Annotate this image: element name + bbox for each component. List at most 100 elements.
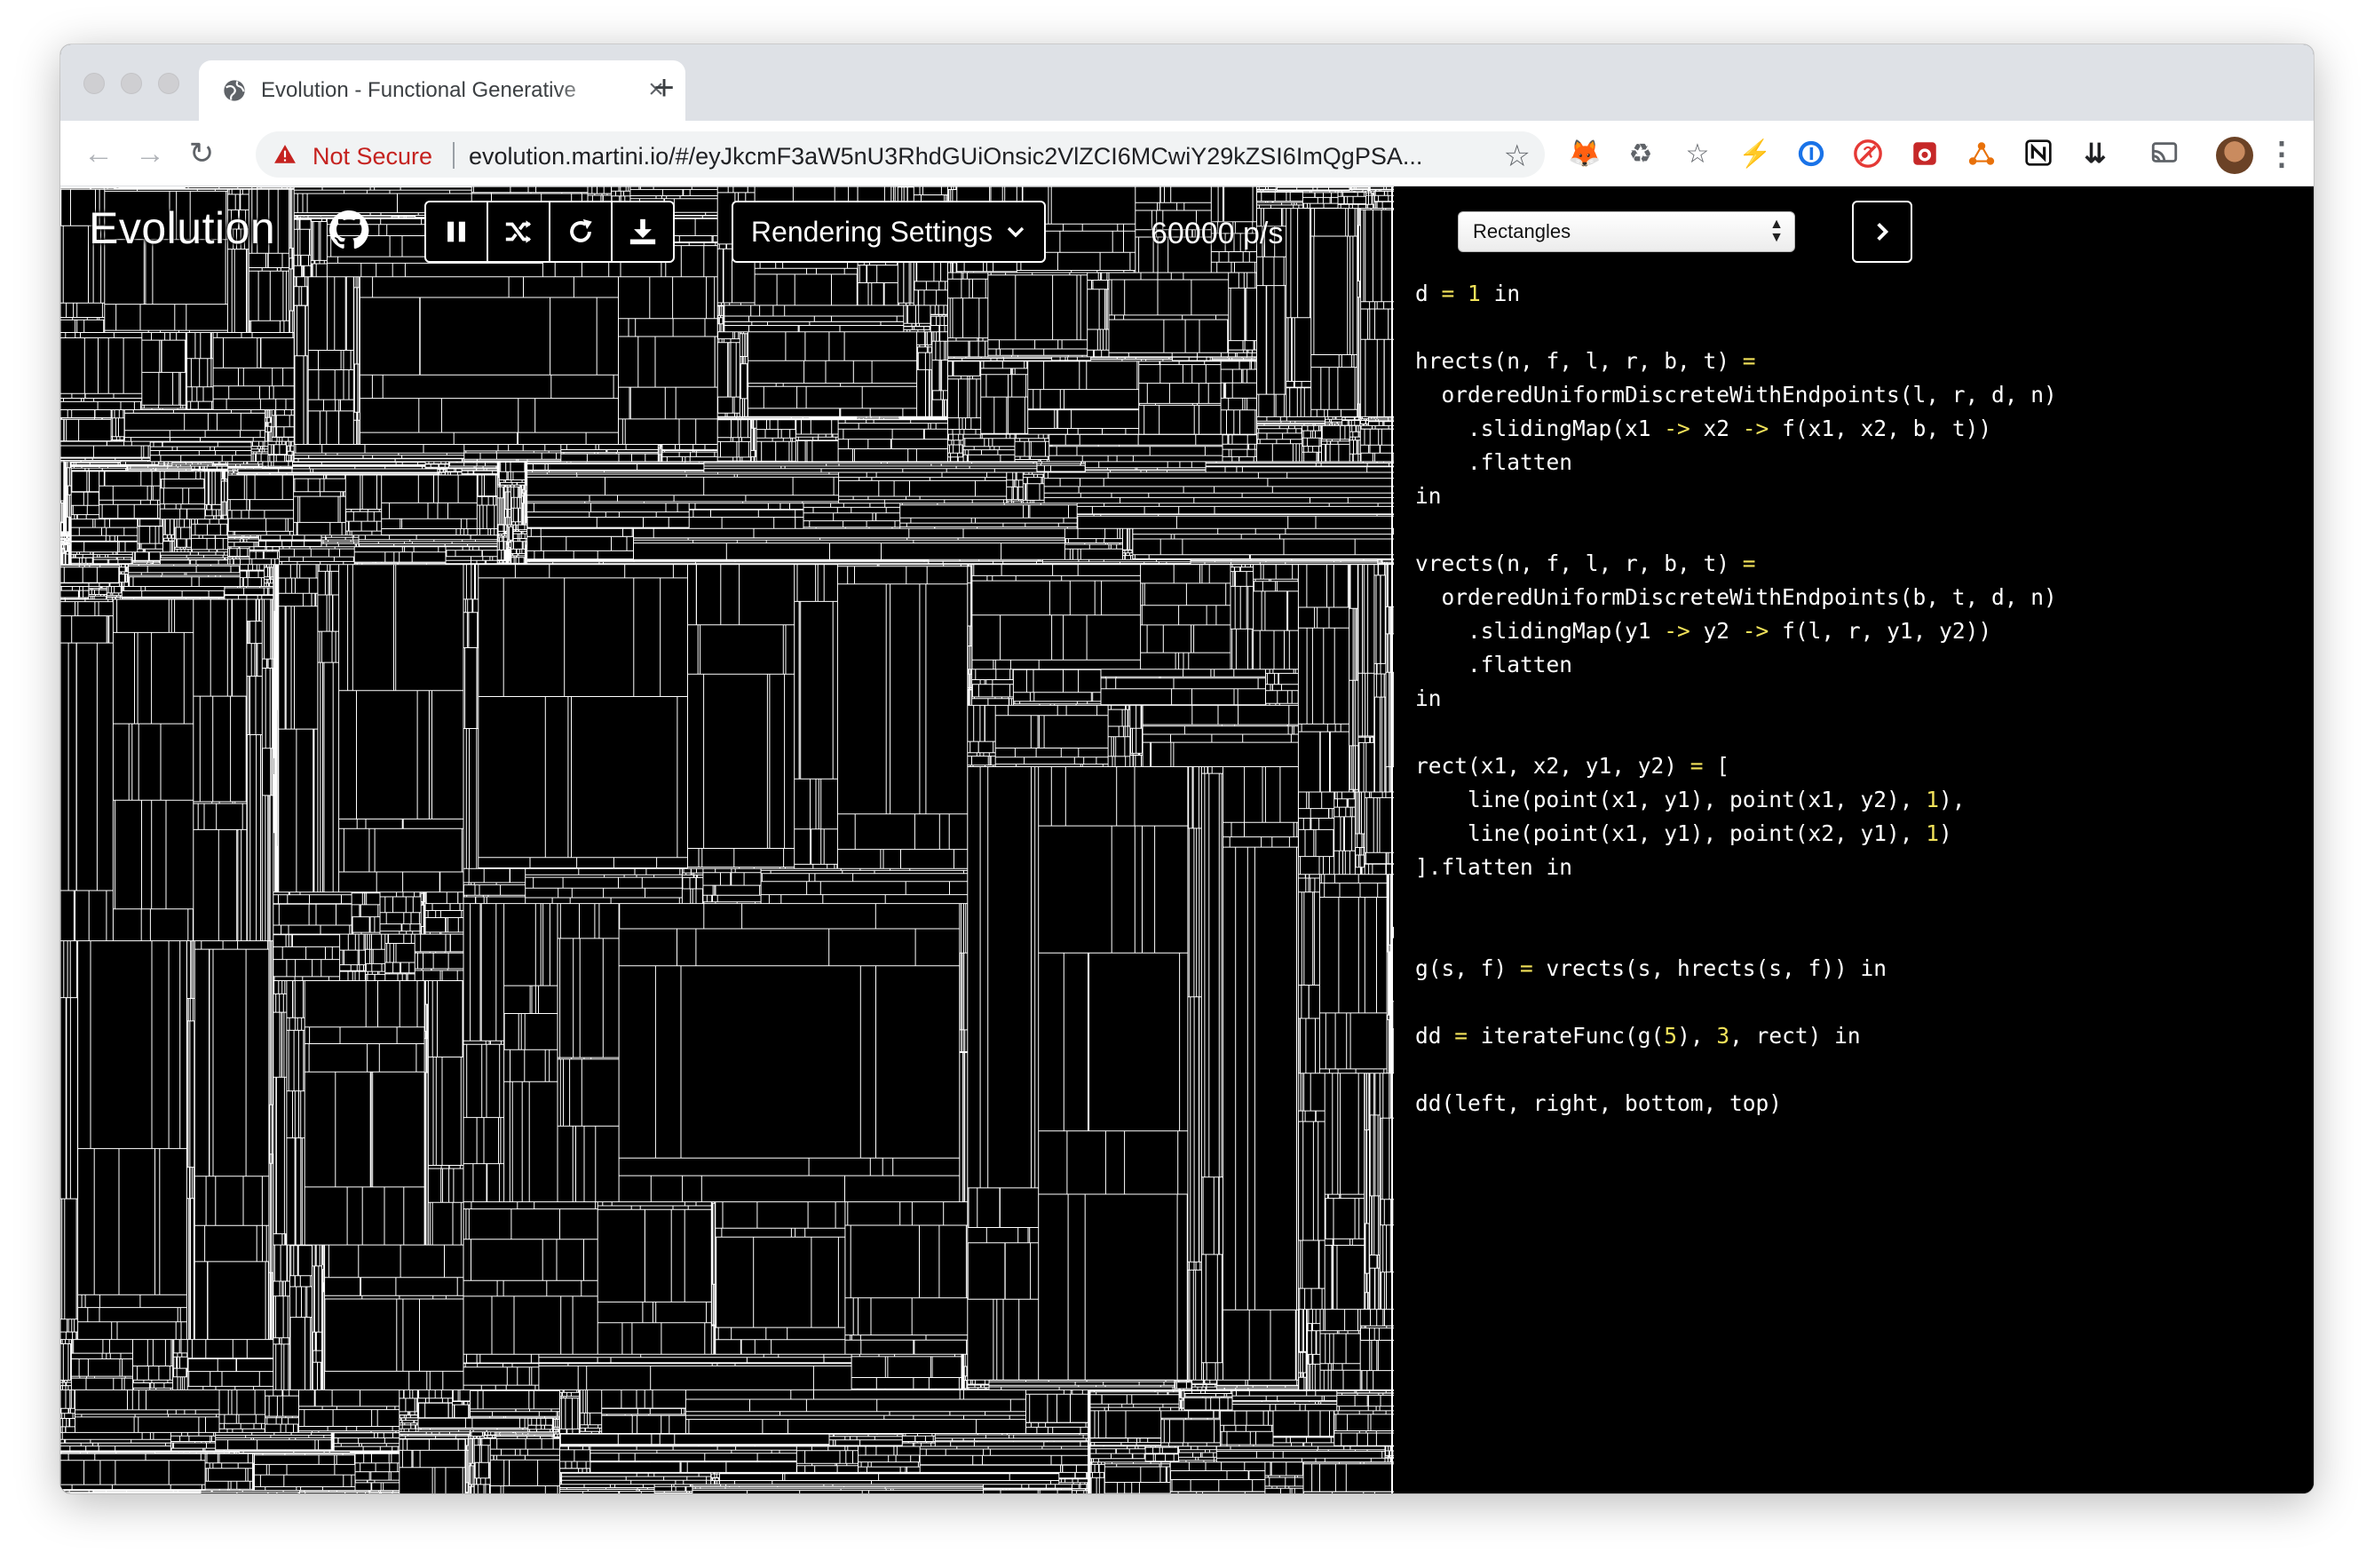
- preset-selected-value: Rectangles: [1473, 220, 1571, 242]
- code-line[interactable]: ].flatten in: [1415, 851, 2303, 884]
- code-token: hrects(n, f, l, r, b, t): [1415, 348, 1743, 374]
- download-icon: [629, 218, 656, 245]
- code-token: 1: [1926, 820, 1940, 846]
- url-text[interactable]: evolution.martini.io/#/eyJkcmF3aW5nU3Rhd…: [469, 143, 1463, 170]
- code-token: f(l, r, y1, y2)): [1769, 618, 1992, 644]
- bookmark-star-icon[interactable]: ☆: [1504, 139, 1531, 174]
- new-tab-button[interactable]: +: [646, 70, 682, 107]
- code-line[interactable]: orderedUniformDiscreteWithEndpoints(b, t…: [1415, 581, 2303, 614]
- code-token: y2: [1689, 618, 1743, 644]
- code-line[interactable]: d = 1 in: [1415, 277, 2303, 311]
- window-zoom-dot[interactable]: [158, 73, 179, 94]
- github-icon[interactable]: [328, 210, 369, 250]
- window-minimize-dot[interactable]: [121, 73, 142, 94]
- window-close-dot[interactable]: [83, 73, 105, 94]
- preset-select[interactable]: Rectangles ▲ ▼: [1458, 211, 1795, 252]
- code-line[interactable]: dd = iterateFunc(g(5), 3, rect) in: [1415, 1019, 2303, 1053]
- code-line[interactable]: in: [1415, 479, 2303, 513]
- shuffle-button[interactable]: [488, 202, 550, 261]
- code-line[interactable]: rect(x1, x2, y1, y2) = [: [1415, 749, 2303, 783]
- code-token: =: [1441, 281, 1455, 306]
- app-title: Evolution: [89, 203, 276, 253]
- code-token: in: [1480, 281, 1521, 306]
- code-line[interactable]: .flatten: [1415, 648, 2303, 682]
- code-line[interactable]: line(point(x1, y1), point(x1, y2), 1),: [1415, 783, 2303, 817]
- chevron-right-icon: [1877, 222, 1889, 242]
- not-secure-label[interactable]: Not Secure: [313, 143, 432, 170]
- generative-canvas[interactable]: [60, 186, 1394, 1493]
- code-line[interactable]: .slidingMap(y1 -> y2 -> f(l, r, y1, y2)): [1415, 614, 2303, 648]
- code-token: 1: [1926, 787, 1940, 812]
- code-line[interactable]: [1415, 311, 2303, 344]
- playback-button-group: [424, 201, 675, 263]
- recycle-extension-icon[interactable]: ♻: [1625, 139, 1657, 170]
- reload-page-icon[interactable]: ↻: [185, 137, 218, 170]
- metamask-extension-icon[interactable]: 🦊: [1568, 139, 1601, 170]
- code-token: g(s, f): [1415, 955, 1521, 981]
- code-token: ->: [1664, 416, 1690, 441]
- more-menu-icon[interactable]: ⋮: [2266, 137, 2298, 172]
- rendering-settings-button[interactable]: Rendering Settings: [732, 201, 1046, 263]
- code-line[interactable]: .slidingMap(x1 -> x2 -> f(x1, x2, b, t)): [1415, 412, 2303, 446]
- browser-window: Evolution - Functional Generative × + ← …: [60, 44, 2314, 1493]
- notion-extension-icon[interactable]: [2022, 139, 2054, 170]
- code-token: ),: [1677, 1023, 1717, 1049]
- code-token: rect(x1, x2, y1, y2): [1415, 753, 1690, 779]
- profile-avatar[interactable]: [2216, 137, 2253, 174]
- code-token: ->: [1742, 416, 1769, 441]
- download-arrows-extension-icon[interactable]: ⇊: [2079, 139, 2111, 170]
- code-token: orderedUniformDiscreteWithEndpoints(b, t…: [1415, 584, 2057, 610]
- blocker-extension-icon[interactable]: [1852, 139, 1884, 170]
- code-line[interactable]: [1415, 716, 2303, 749]
- code-line[interactable]: [1415, 1053, 2303, 1087]
- cast-icon[interactable]: [2148, 139, 2180, 170]
- render-rate: 60000 p/s: [1151, 217, 1284, 250]
- code-line[interactable]: [1415, 918, 2303, 952]
- password-manager-extension-icon[interactable]: [1795, 139, 1827, 170]
- code-line[interactable]: vrects(n, f, l, r, b, t) =: [1415, 547, 2303, 581]
- code-token: .slidingMap(y1: [1415, 618, 1665, 644]
- code-token: dd(left, right, bottom, top): [1415, 1090, 1783, 1116]
- code-token: ->: [1664, 618, 1690, 644]
- code-line[interactable]: [1415, 986, 2303, 1019]
- code-token: iterateFunc(g(: [1468, 1023, 1665, 1049]
- code-token: 5: [1664, 1023, 1678, 1049]
- code-line[interactable]: in: [1415, 682, 2303, 716]
- code-token: =: [1689, 753, 1704, 779]
- code-token: vrects(n, f, l, r, b, t): [1415, 550, 1743, 576]
- code-editor-panel[interactable]: Rectangles ▲ ▼ d = 1 in hrects(n, f, l, r,…: [1394, 186, 2314, 1493]
- code-line[interactable]: orderedUniformDiscreteWithEndpoints(l, r…: [1415, 378, 2303, 412]
- address-bar[interactable]: Not Secure evolution.martini.io/#/eyJkcm…: [256, 131, 1545, 178]
- rectangle-lines: [60, 186, 1394, 1493]
- shuffle-icon: [505, 220, 532, 243]
- code-token: 3: [1716, 1023, 1730, 1049]
- code-line[interactable]: [1415, 884, 2303, 918]
- code-line[interactable]: g(s, f) = vrects(s, hrects(s, f)) in: [1415, 952, 2303, 986]
- rectangles-artwork: [60, 186, 1394, 1493]
- code-line[interactable]: hrects(n, f, l, r, b, t) =: [1415, 344, 2303, 378]
- code-editor[interactable]: d = 1 in hrects(n, f, l, r, b, t) = order…: [1415, 277, 2303, 1121]
- reload-button[interactable]: [550, 202, 613, 261]
- download-button[interactable]: [613, 202, 673, 261]
- code-line[interactable]: .flatten: [1415, 446, 2303, 479]
- code-token: in: [1415, 685, 1442, 711]
- omnibox-divider: [453, 142, 455, 169]
- network-extension-icon[interactable]: [1966, 139, 1998, 170]
- code-token: , rect) in: [1729, 1023, 1861, 1049]
- code-token: =: [1454, 1023, 1468, 1049]
- code-line[interactable]: line(point(x1, y1), point(x2, y1), 1): [1415, 817, 2303, 851]
- next-preset-button[interactable]: [1852, 201, 1912, 263]
- forward-arrow-icon[interactable]: →: [133, 137, 167, 170]
- chevron-down-icon: [1007, 226, 1025, 238]
- bolt-extension-icon[interactable]: ⚡: [1738, 139, 1771, 170]
- back-arrow-icon[interactable]: ←: [82, 137, 115, 170]
- code-token: dd: [1415, 1023, 1455, 1049]
- bug-extension-icon[interactable]: [1909, 139, 1941, 170]
- pause-button[interactable]: [426, 202, 488, 261]
- code-line[interactable]: [1415, 513, 2303, 547]
- star-extension-icon[interactable]: ☆: [1682, 139, 1713, 170]
- code-token: .slidingMap(x1: [1415, 416, 1665, 441]
- code-line[interactable]: dd(left, right, bottom, top): [1415, 1087, 2303, 1121]
- browser-tab[interactable]: Evolution - Functional Generative ×: [199, 60, 685, 121]
